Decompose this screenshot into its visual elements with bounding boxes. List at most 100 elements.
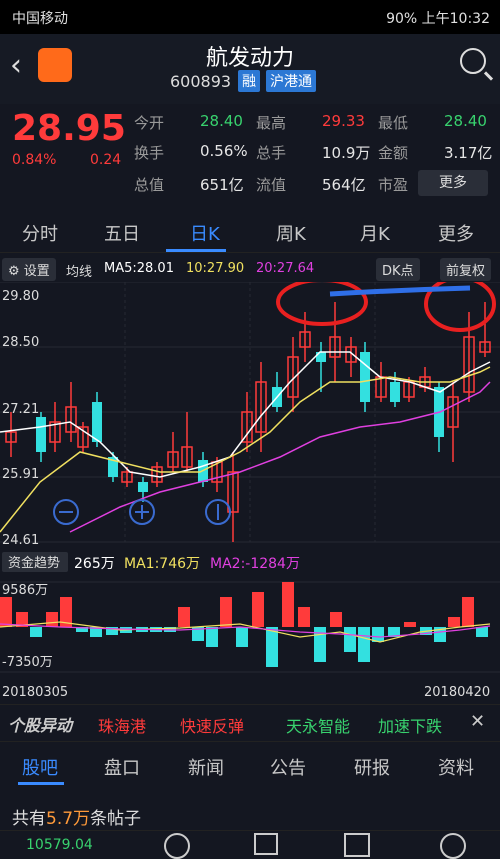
fund-bar [0,597,12,627]
stock-name: 航发动力 [205,46,294,71]
stat-label: 市盈 [378,176,409,194]
stat-value: 0.56% [200,142,248,160]
tab-more[interactable]: 更多 [438,220,474,246]
date-start: 20180305 [2,685,68,700]
price-tick: 27.21 [2,402,39,417]
fund-bar [298,607,310,627]
trade-icon[interactable] [164,833,190,859]
margin-tag: 融 [238,70,260,92]
fund-bar [448,617,460,627]
candle-body [360,352,370,402]
posts-number: 5.7万 [46,809,91,829]
more-icon[interactable] [440,833,466,859]
zoom-out-icon[interactable] [53,499,79,525]
stat-label: 最低 [378,114,409,132]
fund-bar [372,627,384,642]
tab-weekly-k[interactable]: 周K [276,220,306,246]
tab-forum[interactable]: 股吧 [22,754,58,780]
adjust-button[interactable]: 前复权 [440,258,492,281]
tab-research[interactable]: 研报 [354,754,390,780]
carrier-label: 中国移动 [12,11,68,27]
tab-profile[interactable]: 资料 [438,754,474,780]
bottom-tabs: 股吧 盘口 新闻 公告 研报 资料 [0,746,500,786]
candle-body [36,417,46,452]
posts-suffix: 条帖子 [90,809,142,829]
settings-button[interactable]: ⚙ 设置 [2,258,56,281]
stat-value: 10.9万 [322,144,371,162]
header: ‹ 航发动力 600893 融 沪港通 [0,34,500,104]
tab-orderbook[interactable]: 盘口 [104,754,140,780]
candle-body [92,402,102,442]
stat-label: 今开 [134,114,165,132]
price-tick: 28.50 [2,335,39,350]
period-tabs: 分时 五日 日K 周K 月K 更多 [0,212,500,253]
ma-label: 均线 [66,265,93,280]
candle-body [390,382,400,402]
change-amount: 0.24 [90,152,122,168]
current-price: 28.95 [12,108,126,149]
change-percent: 0.84% [12,152,57,168]
close-icon[interactable]: ✕ [470,711,485,732]
fund-axis-bottom: -7350万 [2,655,53,670]
fund-bar [462,597,474,627]
tab-five-day[interactable]: 五日 [104,220,140,246]
news-item[interactable]: 珠海港 [98,713,146,737]
dk-button[interactable]: DK点 [376,258,420,281]
stat-value: 28.40 [200,112,243,130]
price-tick: 24.61 [2,533,39,548]
fund-bar [330,612,342,627]
tab-news[interactable]: 新闻 [188,754,224,780]
connect-tag: 沪港通 [266,70,316,92]
stat-value: 651亿 [200,176,244,194]
ma20-value: 20:27.64 [256,261,315,276]
fund-bar [476,627,488,637]
zoom-in-icon[interactable] [129,499,155,525]
posts-prefix: 共有 [12,809,46,829]
annotation-circle-left [276,282,368,326]
stat-value: 564亿 [322,176,366,194]
ma-bar: ⚙ 设置 均线 MA5:28.01 10:27.90 20:27.64 DK点 … [0,256,500,282]
gear-icon: ⚙ [8,264,20,279]
tab-announcements[interactable]: 公告 [270,754,306,780]
annotation-line [329,285,471,297]
fund-bar [206,627,218,647]
stat-label: 换手 [134,144,165,162]
stat-value: 29.33 [322,112,365,130]
stock-code: 600893 [170,72,232,91]
news-item[interactable]: 快速反弹 [180,713,244,737]
stat-label: 总值 [134,176,165,194]
kline-chart[interactable]: 29.80 28.50 27.21 25.91 24.61 资金趋势 265万 … [0,282,500,702]
edit-icon[interactable] [254,833,278,855]
tab-intraday[interactable]: 分时 [22,220,58,246]
fund-bar [236,627,248,647]
fund-ma1: MA1:746万 [124,556,200,572]
status-bar: 中国移动 90% 上午10:32 [0,0,500,34]
fund-ma2: MA2:-1284万 [210,556,300,572]
fund-bar [282,582,294,627]
stat-label: 流值 [256,176,287,194]
quote-panel: 28.95 0.84% 0.24 今开 28.40 最高 29.33 最低 28.40 换手… [0,104,500,204]
search-icon[interactable] [460,48,486,74]
tab-daily-k[interactable]: 日K [190,220,220,246]
news-item[interactable]: 加速下跌 [378,713,442,737]
active-tab-indicator [166,249,226,252]
fund-trend-label: 资金趋势 [8,555,60,571]
fund-bar [178,607,190,627]
ma5-line [0,351,491,478]
posts-count: 共有5.7万条帖子 [12,804,141,829]
fund-bar [266,627,278,667]
candle-body [138,482,148,492]
ma5-value: MA5:28.01 [104,261,174,276]
fund-bar [358,627,370,662]
ma10-line [0,366,491,533]
stat-label: 总手 [256,144,287,162]
more-button[interactable]: 更多 [418,170,488,196]
date-end: 20180420 [424,685,490,700]
news-strip: 个股异动 珠海港 快速反弹 天永智能 加速下跌 ✕ [0,704,500,742]
fund-bar [344,627,356,652]
move-icon[interactable] [205,499,231,525]
news-item[interactable]: 天永智能 [286,713,350,737]
tab-monthly-k[interactable]: 月K [360,220,390,246]
grid-icon[interactable] [344,833,370,857]
footer-bar: 10579.04 [0,830,500,859]
